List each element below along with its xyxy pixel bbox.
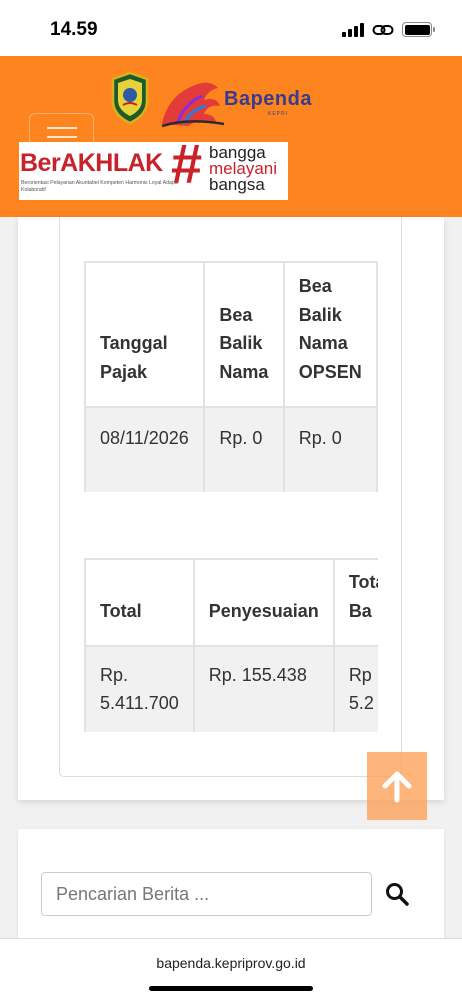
- bapenda-logo-text: Bapenda: [224, 88, 312, 110]
- home-indicator[interactable]: [149, 986, 313, 991]
- tax-table-1: Tanggal Pajak Bea Balik Nama Bea Balik N…: [84, 261, 378, 492]
- hashtag-icon: #: [171, 132, 203, 195]
- table-header-row: Tanggal Pajak Bea Balik Nama Bea Balik N…: [84, 261, 378, 408]
- table-cell: Rp. 0: [282, 406, 378, 492]
- arrow-up-icon: [382, 771, 412, 803]
- table-row: 08/11/2026 Rp. 0 Rp. 0: [84, 406, 378, 492]
- column-header: Penyesuaian: [192, 558, 335, 647]
- bapenda-logo-subtext: KEPRI: [268, 111, 289, 117]
- column-header: Total: [84, 558, 195, 647]
- tagline-bangsa: bangsa: [209, 175, 265, 194]
- news-search-input[interactable]: [41, 872, 372, 916]
- table-cell: Rp. 0: [203, 406, 285, 492]
- bangga-melayani-bangsa: bangga melayani bangsa: [209, 144, 277, 194]
- table-cell: Rp. 5.411.700: [84, 645, 195, 732]
- kepri-emblem-logo: [111, 71, 149, 125]
- scroll-to-top-button[interactable]: [367, 752, 427, 820]
- cellular-signal-icon: [342, 22, 364, 37]
- table-cell: 08/11/2026: [84, 406, 206, 492]
- status-time: 14.59: [50, 19, 98, 40]
- browser-url-bar[interactable]: bapenda.kepriprov.go.id: [0, 938, 462, 1000]
- tax-table-2-scroll[interactable]: Total Penyesuaian Total Ba Rp. 5.411.700…: [84, 558, 378, 732]
- table-row: Rp. 5.411.700 Rp. 155.438 Rp 5.2: [84, 645, 378, 732]
- tax-table-1-scroll[interactable]: Tanggal Pajak Bea Balik Nama Bea Balik N…: [84, 261, 378, 492]
- table-header-row: Total Penyesuaian Total Ba: [84, 558, 378, 647]
- battery-icon: [402, 22, 435, 37]
- link-icon: [372, 24, 394, 35]
- table-cell: Rp. 155.438: [192, 645, 335, 732]
- berakhlak-banner: BerAKHLAK Berorientasi Pelayanan Akuntab…: [19, 136, 288, 200]
- shell-logo-icon: [161, 82, 225, 128]
- bapenda-logo: Bapenda KEPRI: [158, 74, 320, 130]
- column-header: Bea Balik Nama: [203, 261, 285, 408]
- column-header: Bea Balik Nama OPSEN: [282, 261, 378, 408]
- search-icon[interactable]: [384, 881, 410, 907]
- column-header: Total Ba: [332, 558, 378, 647]
- tax-table-2: Total Penyesuaian Total Ba Rp. 5.411.700…: [84, 558, 378, 732]
- table-cell: Rp 5.2: [332, 645, 378, 732]
- berakhlak-title: BerAKHLAK: [20, 149, 163, 177]
- status-bar: 14.59: [0, 0, 462, 56]
- berakhlak-subtitle: Berorientasi Pelayanan Akuntabel Kompete…: [21, 180, 179, 193]
- status-icons: [342, 22, 435, 37]
- browser-url[interactable]: bapenda.kepriprov.go.id: [0, 955, 462, 971]
- news-search-card: [18, 829, 444, 949]
- site-header: Bapenda KEPRI BerAKHLAK Berorientasi Pel…: [0, 56, 462, 217]
- column-header: Tanggal Pajak: [84, 261, 206, 408]
